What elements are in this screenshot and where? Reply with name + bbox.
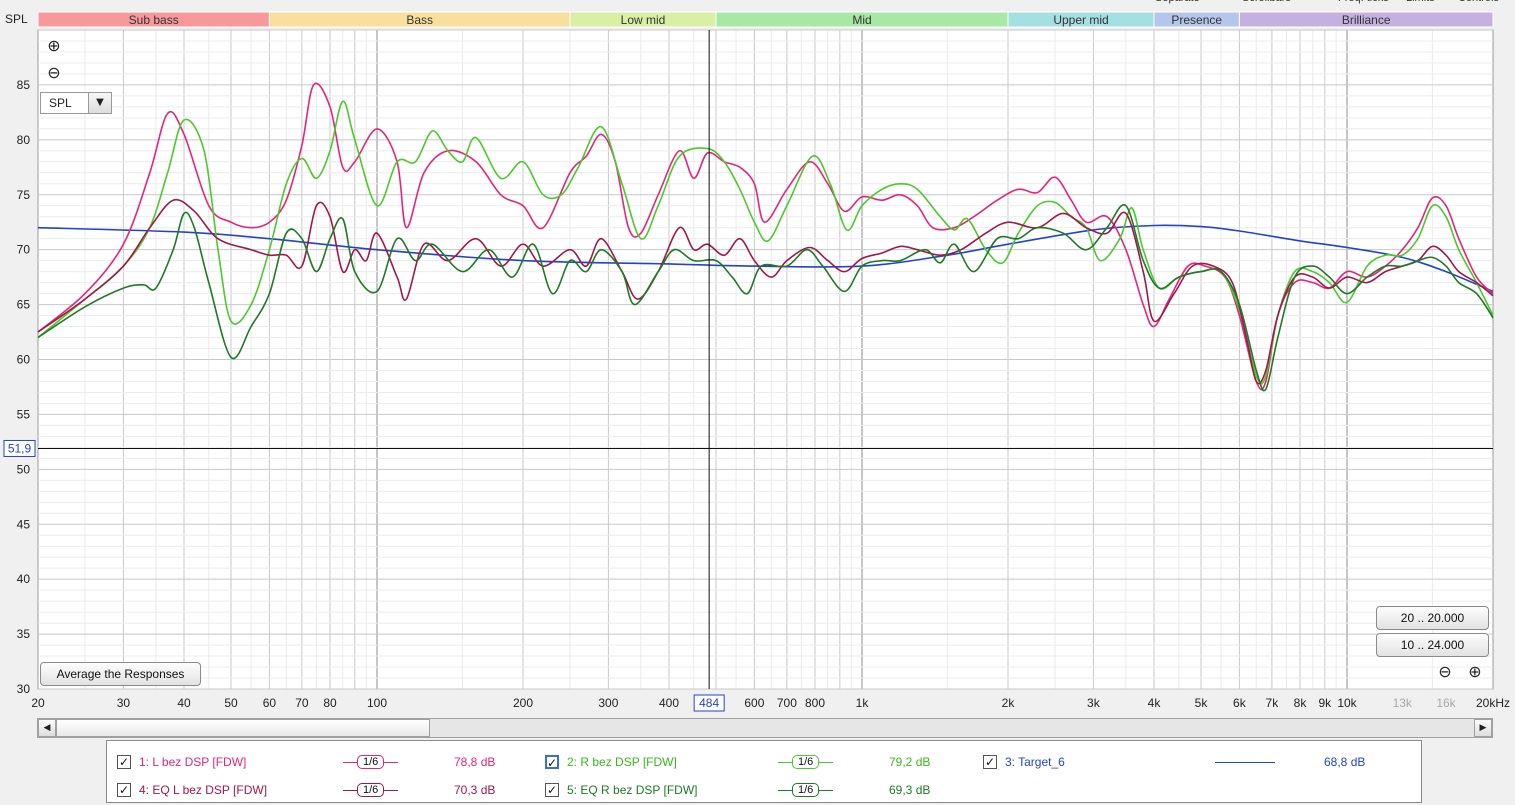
- x-tick-label: 300: [598, 696, 618, 710]
- scroll-left-icon[interactable]: ◀: [38, 719, 56, 737]
- band-label: Bass: [406, 13, 433, 27]
- legend-item-series-4[interactable]: ✓ 4: EQ L bez DSP [FDW]: [117, 779, 267, 801]
- legend-panel: ✓ 1: L bez DSP [FDW] 1/6 78,8 dB ✓ 2: R …: [106, 740, 1422, 803]
- smoothing-series-4[interactable]: 1/6: [343, 783, 399, 797]
- x-tick-label: 3k: [1087, 696, 1101, 710]
- x-tick-label: 13k: [1393, 696, 1413, 710]
- x-tick-label: 7k: [1266, 696, 1280, 710]
- legend-label-series-5: 5: EQ R bez DSP [FDW]: [567, 783, 698, 797]
- legend-label-series-1: 1: L bez DSP [FDW]: [139, 755, 247, 769]
- y-tick-label: 60: [17, 353, 31, 367]
- level-series-1: 78,8 dB: [454, 755, 496, 769]
- legend-item-series-2[interactable]: ✓ 2: R bez DSP [FDW]: [545, 751, 677, 773]
- x-tick-label: 600: [744, 696, 764, 710]
- legend-item-series-5[interactable]: ✓ 5: EQ R bez DSP [FDW]: [545, 779, 697, 801]
- x-tick-label: 1k: [856, 696, 870, 710]
- x-tick-label: 800: [805, 696, 825, 710]
- band-label: Presence: [1171, 13, 1222, 27]
- y-tick-label: 65: [17, 298, 31, 312]
- horizontal-scrollbar[interactable]: ◀ ▶: [37, 718, 1493, 738]
- zoom-in-icon[interactable]: ⊕: [45, 37, 63, 55]
- x-tick-label: 700: [777, 696, 797, 710]
- level-series-3: 68,8 dB: [1324, 755, 1366, 769]
- y-tick-label: 40: [17, 572, 31, 586]
- y-tick-label: 35: [17, 627, 31, 641]
- top-bar-item-1: Scrollbars: [1242, 0, 1291, 4]
- band-label: Sub bass: [129, 13, 179, 27]
- legend-item-series-3[interactable]: ✓ 3: Target_6: [983, 751, 1065, 773]
- top-bar-item-4: Controls: [1458, 0, 1499, 4]
- checkbox-series-2[interactable]: ✓: [545, 755, 559, 769]
- legend-line-series-3: [1215, 762, 1275, 763]
- x-tick-label: 16k: [1436, 696, 1456, 710]
- average-responses-button[interactable]: Average the Responses: [40, 662, 201, 686]
- range-10-24000-button[interactable]: 10 .. 24.000: [1376, 633, 1489, 657]
- x-tick-label: 2k: [1002, 696, 1016, 710]
- checkbox-series-1[interactable]: ✓: [117, 755, 131, 769]
- checkbox-series-3[interactable]: ✓: [983, 755, 997, 769]
- x-tick-label: 4k: [1148, 696, 1162, 710]
- x-tick-label: 80: [323, 696, 337, 710]
- level-series-2: 79,2 dB: [889, 755, 931, 769]
- level-series-5: 69,3 dB: [889, 783, 931, 797]
- x-tick-label: 20: [31, 696, 45, 710]
- x-tick-label: 30: [117, 696, 131, 710]
- y-tick-label: 85: [17, 78, 31, 92]
- x-tick-label: 9k: [1318, 696, 1332, 710]
- zoom-out-x-icon[interactable]: ⊖: [1436, 663, 1454, 681]
- x-tick-label: 8k: [1294, 696, 1308, 710]
- checkbox-series-4[interactable]: ✓: [117, 783, 131, 797]
- x-tick-label: 400: [659, 696, 679, 710]
- band-label: Mid: [852, 13, 871, 27]
- top-bar-item-3: Limits: [1406, 0, 1435, 4]
- y-tick-label: 75: [17, 188, 31, 202]
- legend-label-series-4: 4: EQ L bez DSP [FDW]: [139, 783, 268, 797]
- legend-label-series-2: 2: R bez DSP [FDW]: [567, 755, 677, 769]
- mode-select[interactable]: SPL ▼: [40, 92, 112, 114]
- chevron-down-icon[interactable]: ▼: [88, 93, 111, 113]
- x-tick-label: 100: [367, 696, 387, 710]
- x-tick-label: 200: [513, 696, 533, 710]
- zoom-out-icon[interactable]: ⊖: [45, 64, 63, 82]
- x-tick-label: 20kHz: [1476, 696, 1510, 710]
- level-series-4: 70,3 dB: [454, 783, 496, 797]
- top-bar-item-0: Separate: [1155, 0, 1200, 4]
- x-tick-label: 50: [224, 696, 238, 710]
- frequency-response-chart[interactable]: Separate Scrollbars Freq. ticks Limits Contr…: [0, 0, 1515, 718]
- y-tick-label: 80: [17, 133, 31, 147]
- x-tick-label: 5k: [1195, 696, 1209, 710]
- band-label: Upper mid: [1053, 13, 1108, 27]
- smoothing-series-5[interactable]: 1/6: [778, 783, 834, 797]
- x-tick-label: 6k: [1233, 696, 1247, 710]
- smoothing-series-2[interactable]: 1/6: [778, 755, 834, 769]
- zoom-in-x-icon[interactable]: ⊕: [1466, 663, 1484, 681]
- smoothing-series-1[interactable]: 1/6: [343, 755, 399, 769]
- y-axis-label: SPL: [5, 12, 28, 26]
- cursor-x-label: 484: [699, 696, 719, 710]
- y-tick-label: 45: [17, 517, 31, 531]
- cursor-y-label: 51,9: [8, 441, 32, 455]
- x-tick-label: 70: [295, 696, 309, 710]
- band-label: Brilliance: [1342, 13, 1391, 27]
- top-bar-item-2: Freq. ticks: [1338, 0, 1389, 4]
- y-tick-label: 50: [17, 462, 31, 476]
- scroll-thumb[interactable]: [56, 719, 430, 737]
- x-tick-label: 40: [177, 696, 191, 710]
- band-label: Low mid: [621, 13, 666, 27]
- y-tick-label: 70: [17, 243, 31, 257]
- legend-label-series-3: 3: Target_6: [1005, 755, 1065, 769]
- scroll-right-icon[interactable]: ▶: [1474, 719, 1492, 737]
- checkbox-series-5[interactable]: ✓: [545, 783, 559, 797]
- range-20-20000-button[interactable]: 20 .. 20.000: [1376, 606, 1489, 630]
- y-tick-label: 30: [17, 682, 31, 696]
- mode-select-value: SPL: [49, 96, 72, 110]
- x-tick-label: 10k: [1337, 696, 1357, 710]
- y-tick-label: 55: [17, 407, 31, 421]
- x-tick-label: 60: [263, 696, 277, 710]
- legend-item-series-1[interactable]: ✓ 1: L bez DSP [FDW]: [117, 751, 246, 773]
